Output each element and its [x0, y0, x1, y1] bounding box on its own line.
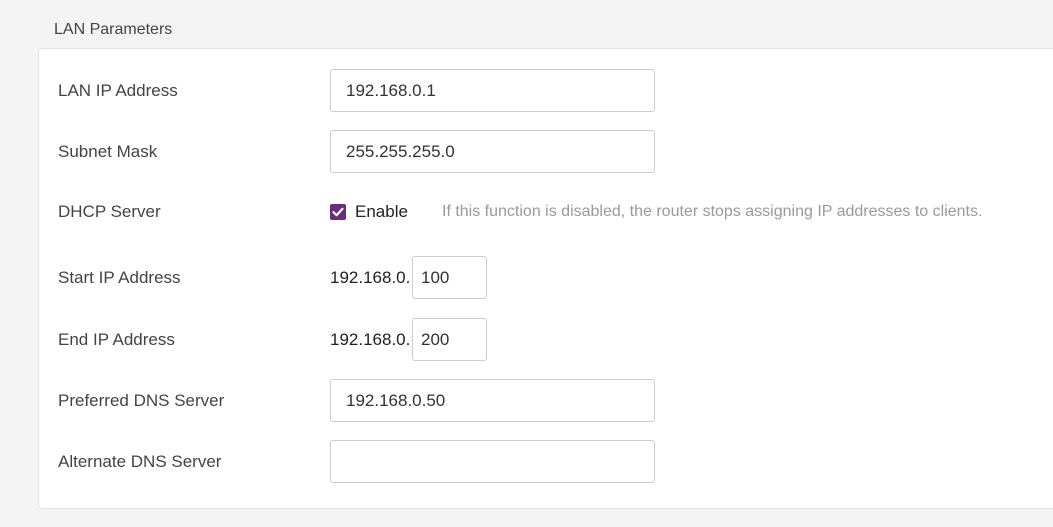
checkmark-icon: [332, 207, 344, 217]
lan-ip-label: LAN IP Address: [58, 81, 178, 100]
end-ip-row: End IP Address 192.168.0.: [39, 318, 1053, 362]
dhcp-hint-text: If this function is disabled, the router…: [442, 203, 983, 220]
lan-ip-row: LAN IP Address: [39, 69, 1053, 113]
section-title: LAN Parameters: [54, 21, 173, 38]
subnet-mask-input[interactable]: [330, 130, 655, 173]
alternate-dns-input[interactable]: [330, 440, 655, 483]
dhcp-enable-label[interactable]: Enable: [355, 190, 408, 234]
preferred-dns-label: Preferred DNS Server: [58, 391, 225, 410]
dhcp-server-row: DHCP Server Enable If this function is d…: [39, 190, 1053, 234]
end-ip-input[interactable]: [412, 318, 487, 361]
start-ip-prefix: 192.168.0.: [330, 268, 411, 287]
subnet-mask-label: Subnet Mask: [58, 142, 158, 161]
dhcp-server-label: DHCP Server: [58, 202, 161, 221]
subnet-mask-row: Subnet Mask: [39, 130, 1053, 174]
lan-ip-input[interactable]: [330, 69, 655, 112]
start-ip-input[interactable]: [412, 256, 487, 299]
end-ip-prefix: 192.168.0.: [330, 330, 411, 349]
preferred-dns-input[interactable]: [330, 379, 655, 422]
end-ip-label: End IP Address: [58, 330, 175, 349]
start-ip-label: Start IP Address: [58, 268, 181, 287]
dhcp-enable-checkbox[interactable]: [330, 204, 346, 220]
lan-parameters-panel: LAN IP Address Subnet Mask DHCP Server E…: [38, 48, 1053, 509]
preferred-dns-row: Preferred DNS Server: [39, 379, 1053, 423]
start-ip-row: Start IP Address 192.168.0.: [39, 256, 1053, 300]
alternate-dns-row: Alternate DNS Server: [39, 440, 1053, 484]
alternate-dns-label: Alternate DNS Server: [58, 452, 222, 471]
